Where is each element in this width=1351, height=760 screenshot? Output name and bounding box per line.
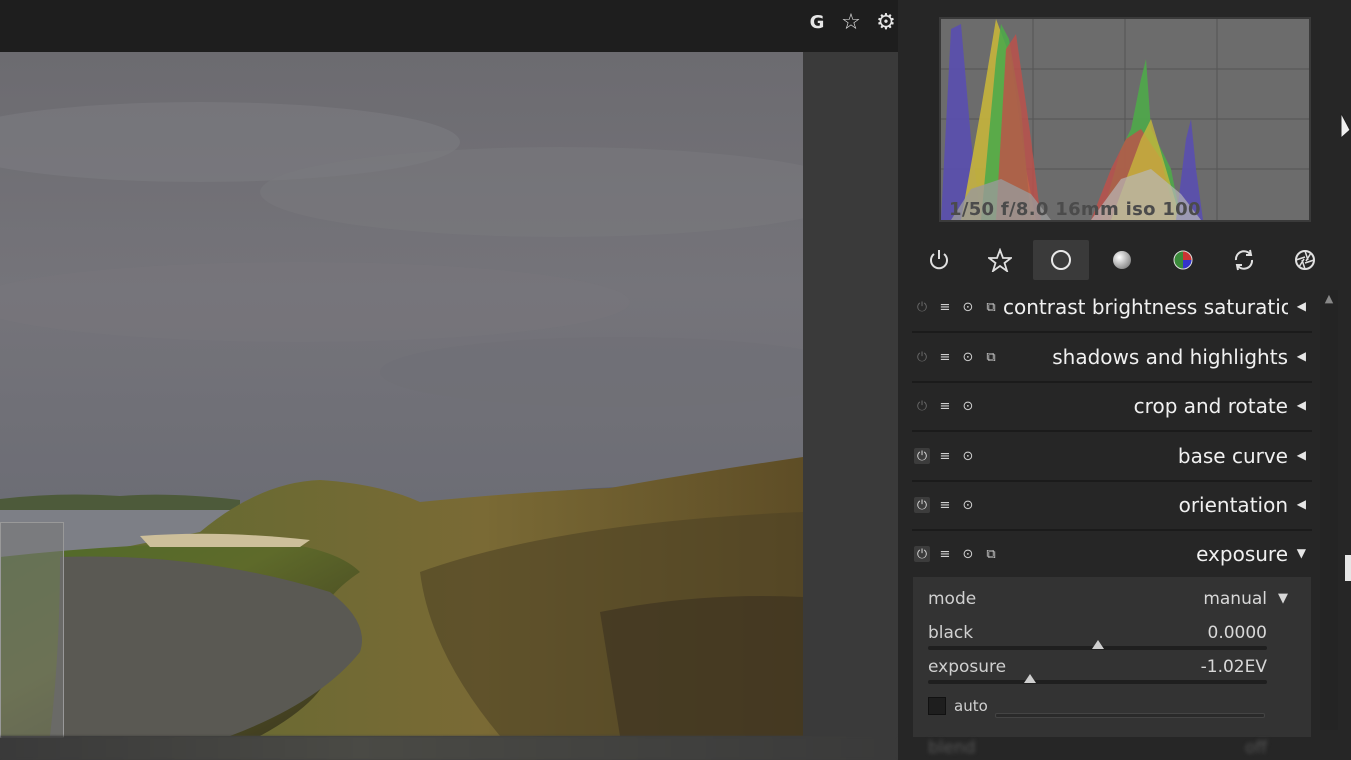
multi-instance-icon[interactable]: ⧉ — [983, 546, 999, 562]
black-label: black — [928, 623, 974, 643]
power-icon[interactable] — [911, 240, 967, 280]
module-power-icon[interactable]: ⏻ — [914, 546, 930, 562]
presets-menu-icon[interactable]: ≡ — [937, 398, 953, 414]
reset-icon[interactable]: ⊙ — [960, 497, 976, 513]
expand-arrow-icon[interactable]: ◀ — [1297, 448, 1306, 462]
expand-arrow-icon[interactable]: ◀ — [1297, 497, 1306, 511]
expand-arrow-icon[interactable]: ◀ — [1297, 398, 1306, 412]
module-name: exposure — [1196, 542, 1288, 566]
scroll-up-icon[interactable]: ▲ — [1320, 292, 1338, 312]
gear-icon[interactable]: ⚙ — [874, 10, 898, 35]
favorites-star-icon[interactable] — [972, 240, 1028, 280]
module-name: base curve — [1177, 444, 1288, 468]
black-slider-thumb[interactable] — [1091, 640, 1104, 649]
overlay-thumbnail — [0, 522, 64, 738]
basic-circle-icon[interactable] — [1033, 240, 1089, 280]
histogram[interactable]: 1/50 f/8.0 16mm iso 100 — [939, 17, 1311, 222]
auto-percentile-slider[interactable] — [995, 713, 1265, 718]
module-name: crop and rotate — [1133, 394, 1288, 418]
auto-checkbox[interactable] — [928, 697, 946, 715]
module-power-icon[interactable]: ⏻ — [914, 398, 930, 414]
exif-info: 1/50 f/8.0 16mm iso 100 — [949, 199, 1201, 220]
filmstrip-edge — [0, 736, 898, 760]
star-icon[interactable]: ☆ — [839, 10, 863, 35]
module-name: contrast brightness saturation — [1003, 295, 1288, 319]
module-base-curve[interactable]: ⏻ ≡ ⊙ base curve ◀ — [912, 434, 1312, 482]
top-toolbar: G ☆ ⚙ — [0, 0, 905, 52]
correct-rotate-icon[interactable] — [1216, 240, 1272, 280]
module-shadows-and-highlights[interactable]: ⏻ ≡ ⊙ ⧉ shadows and highlights ◀ — [912, 335, 1312, 383]
black-value: 0.0000 — [1207, 623, 1267, 643]
blend-label: blend — [928, 738, 976, 758]
presets-menu-icon[interactable]: ≡ — [937, 349, 953, 365]
auto-label: auto — [954, 697, 988, 715]
module-name: orientation — [1178, 493, 1288, 517]
presets-menu-icon[interactable]: ≡ — [937, 448, 953, 464]
exposure-label: exposure — [928, 657, 1007, 677]
reset-icon[interactable]: ⊙ — [960, 349, 976, 365]
module-power-icon[interactable]: ⏻ — [914, 448, 930, 464]
multi-instance-icon[interactable]: ⧉ — [983, 349, 999, 365]
color-wheel-icon[interactable] — [1155, 240, 1211, 280]
module-contrast-brightness-saturation[interactable]: ⏻ ≡ ⊙ ⧉ contrast brightness saturation ◀ — [912, 285, 1312, 333]
photo-canvas[interactable] — [0, 52, 803, 736]
panel-edge-handle[interactable] — [1345, 555, 1351, 581]
mouse-cursor-icon — [1340, 112, 1351, 144]
reset-icon[interactable]: ⊙ — [960, 299, 976, 315]
multi-instance-icon[interactable]: ⧉ — [983, 299, 999, 315]
reset-icon[interactable]: ⊙ — [960, 546, 976, 562]
module-power-icon[interactable]: ⏻ — [914, 299, 930, 315]
exposure-slider-thumb[interactable] — [1023, 674, 1036, 683]
module-groups-bar — [920, 240, 1330, 280]
module-crop-and-rotate[interactable]: ⏻ ≡ ⊙ crop and rotate ◀ — [912, 384, 1312, 432]
expand-arrow-icon[interactable]: ◀ — [1297, 349, 1306, 363]
exposure-value: -1.02EV — [1200, 657, 1267, 677]
module-power-icon[interactable]: ⏻ — [914, 497, 930, 513]
expand-arrow-icon[interactable]: ◀ — [1297, 299, 1306, 313]
module-name: shadows and highlights — [1052, 345, 1288, 369]
module-orientation[interactable]: ⏻ ≡ ⊙ orientation ◀ — [912, 483, 1312, 531]
presets-menu-icon[interactable]: ≡ — [937, 546, 953, 562]
presets-menu-icon[interactable]: ≡ — [937, 299, 953, 315]
reset-icon[interactable]: ⊙ — [960, 448, 976, 464]
blend-value: off — [1245, 738, 1268, 758]
module-power-icon[interactable]: ⏻ — [914, 349, 930, 365]
presets-menu-icon[interactable]: ≡ — [937, 497, 953, 513]
module-exposure[interactable]: ⏻ ≡ ⊙ ⧉ exposure ▼ — [912, 532, 1312, 578]
tone-gradient-icon[interactable] — [1094, 240, 1150, 280]
modules-scrollbar[interactable] — [1320, 290, 1338, 730]
mode-label: mode — [928, 589, 977, 609]
effects-aperture-icon[interactable] — [1277, 240, 1333, 280]
mode-dropdown[interactable]: manual — [1150, 589, 1267, 609]
reset-icon[interactable]: ⊙ — [960, 398, 976, 414]
collapse-arrow-icon[interactable]: ▼ — [1297, 546, 1306, 560]
grouping-icon[interactable]: G — [805, 10, 829, 34]
exposure-slider[interactable] — [928, 680, 1267, 684]
mode-dropdown-arrow-icon[interactable]: ▼ — [1278, 591, 1288, 606]
